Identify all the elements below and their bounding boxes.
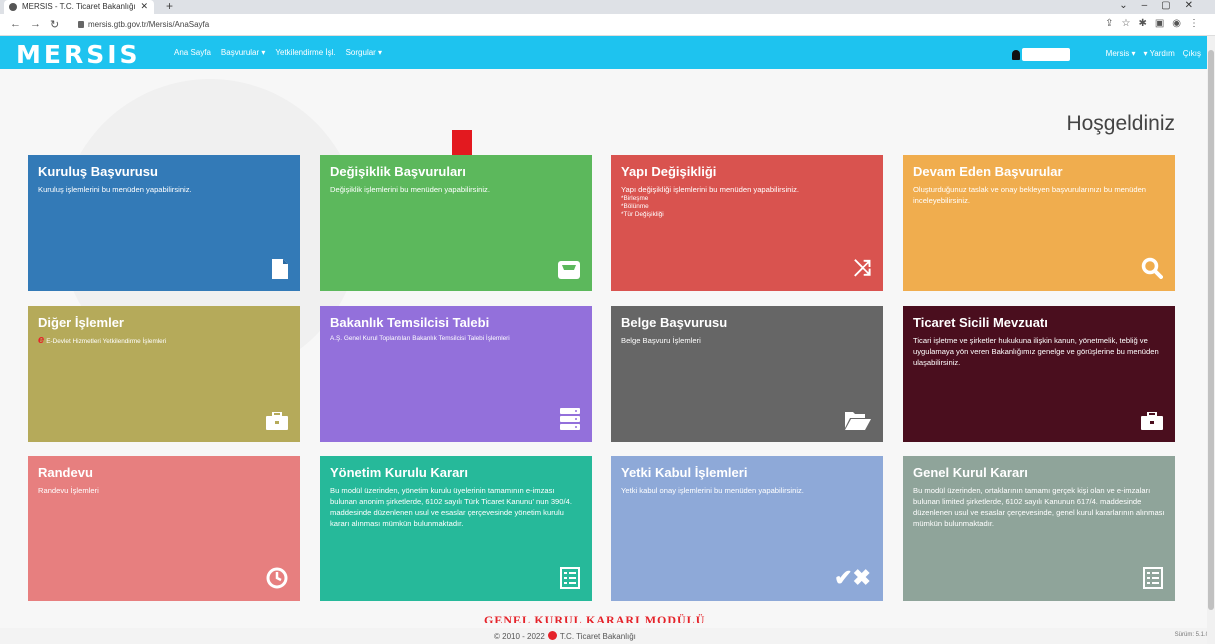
welcome-heading: Hoşgeldiniz (1066, 112, 1175, 135)
tab-favicon-icon (9, 3, 17, 11)
tile-yonetim-kurulu-karari[interactable]: Yönetim Kurulu Kararı Bu modül üzerinden… (320, 456, 592, 601)
tab-title: MERSIS - T.C. Ticaret Bakanlığı (22, 2, 136, 11)
briefcase-icon (1141, 412, 1163, 430)
url-text: mersis.gtb.gov.tr/Mersis/AnaSayfa (88, 20, 210, 29)
tile-desc: Yetki kabul onay işlemlerini bu menüden … (621, 486, 804, 495)
tile-desc: Bu modül üzerinden, ortaklarının tamamı … (913, 486, 1165, 528)
tile-title: Diğer İşlemler (38, 315, 124, 330)
window-controls[interactable]: ⌄–▢✕ (1119, 0, 1207, 11)
scrollbar[interactable] (1207, 36, 1215, 644)
tile-title: Kuruluş Başvurusu (38, 164, 158, 179)
list-alt-icon (1143, 567, 1163, 589)
check-cross-icon: ✔✖ (834, 565, 871, 590)
tile-belge-basvurusu[interactable]: Belge Başvurusu Belge Başvuru İşlemleri (611, 306, 883, 442)
tile-desc: Kuruluş işlemlerini bu menüden yapabilir… (38, 185, 192, 194)
search-icon (1141, 257, 1163, 279)
browser-tab[interactable]: MERSIS - T.C. Ticaret Bakanlığı ✕ (4, 0, 154, 14)
footer: © 2010 - 2022 T.C. Ticaret Bakanlığı Sürü… (0, 628, 1215, 644)
tile-desc: Ticari işletme ve şirketler hukukuna ili… (913, 336, 1159, 367)
tile-desc: Oluşturduğunuz taslak ve onay bekleyen b… (913, 185, 1147, 205)
tile-desc: e E-Devlet Hizmetleri Yetkilendirme İşle… (38, 335, 290, 347)
tile-bakanlik-temsilcisi-talebi[interactable]: Bakanlık Temsilcisi Talebi A.Ş. Genel Ku… (320, 306, 592, 442)
folder-open-icon (845, 412, 871, 430)
browser-tab-strip: MERSIS - T.C. Ticaret Bakanlığı ✕ + ⌄–▢✕ (0, 0, 1215, 14)
file-icon (272, 259, 288, 279)
tile-desc-text[interactable]: E-Devlet Hizmetleri Yetkilendirme İşleml… (46, 338, 166, 345)
tile-title: Genel Kurul Kararı (913, 465, 1028, 480)
menu-applications[interactable]: Başvurular ▾ (221, 48, 265, 57)
edevlet-logo-icon: e (38, 334, 45, 346)
ministry-logo-icon (547, 631, 557, 640)
menu-mersis[interactable]: Mersis ▾ (1106, 49, 1136, 58)
close-tab-icon[interactable]: ✕ (140, 1, 148, 12)
mersis-logo[interactable]: MERSIS (16, 40, 141, 69)
reload-icon[interactable]: ↻ (50, 18, 59, 31)
tile-genel-kurul-karari[interactable]: Genel Kurul Kararı Bu modül üzerinden, o… (903, 456, 1175, 601)
tile-title: Yapı Değişikliği (621, 164, 717, 179)
user-name-redacted (1022, 48, 1070, 62)
right-menu: Mersis ▾ ▾ Yardım Çıkış (1106, 49, 1201, 58)
tile-desc: Randevu İşlemleri (38, 486, 99, 495)
back-icon[interactable]: ← (10, 18, 21, 30)
menu-home[interactable]: Ana Sayfa (174, 48, 211, 57)
tile-title: Yetki Kabul İşlemleri (621, 465, 748, 480)
inbox-icon (558, 261, 580, 279)
main-menu: Ana Sayfa Başvurular ▾ Yetkilendirme İşl… (174, 48, 382, 57)
list-alt-icon (560, 567, 580, 589)
version-label: Sürüm: 5.1.0 (1174, 632, 1209, 638)
tile-title: Değişiklik Başvuruları (330, 164, 466, 179)
menu-logout[interactable]: Çıkış (1183, 49, 1201, 58)
tile-desc: Belge Başvuru İşlemleri (621, 336, 701, 345)
tile-title: Randevu (38, 465, 93, 480)
clock-icon (266, 567, 288, 589)
tile-devam-eden-basvurular[interactable]: Devam Eden Başvurular Oluşturduğunuz tas… (903, 155, 1175, 291)
url-field[interactable]: mersis.gtb.gov.tr/Mersis/AnaSayfa (78, 20, 209, 29)
tile-desc: Bu modül üzerinden, yönetim kurulu üyele… (330, 486, 572, 528)
tile-kurulus-basvurusu[interactable]: Kuruluş Başvurusu Kuruluş işlemlerini bu… (28, 155, 300, 291)
tile-title: Devam Eden Başvurular (913, 164, 1063, 179)
tile-sub-2: *Bölünme (621, 203, 649, 210)
main-content: Hoşgeldiniz Kuruluş Başvurusu Kuruluş iş… (0, 69, 1215, 644)
module-banner: GENEL KURUL KARARI MODÜLÜ (484, 613, 706, 623)
tile-title: Yönetim Kurulu Kararı (330, 465, 468, 480)
server-icon (560, 408, 580, 430)
tile-title: Ticaret Sicili Mevzuatı (913, 315, 1048, 330)
tile-desc: A.Ş. Genel Kurul Toplantıları Bakanlık T… (330, 335, 510, 342)
tile-yapi-degisikligi[interactable]: Yapı Değişikliği Yapı değişikliği işleml… (611, 155, 883, 291)
tile-sub-3: *Tür Değişikliği (621, 211, 664, 218)
forward-icon[interactable]: → (30, 18, 41, 30)
user-icon (1012, 49, 1020, 60)
user-area[interactable] (1012, 46, 1070, 64)
new-tab-button[interactable]: + (166, 0, 173, 13)
tile-title: Bakanlık Temsilcisi Talebi (330, 315, 490, 330)
random-icon: ⤨ (853, 255, 871, 280)
browser-toolbar-icons[interactable]: ⇪☆✱▣◉⋮ (1105, 18, 1207, 29)
top-navbar: MERSIS Ana Sayfa Başvurular ▾ Yetkilendi… (0, 36, 1215, 69)
menu-queries[interactable]: Sorgular ▾ (346, 48, 382, 57)
tile-randevu[interactable]: Randevu Randevu İşlemleri (28, 456, 300, 601)
tile-yetki-kabul-islemleri[interactable]: Yetki Kabul İşlemleri Yetki kabul onay i… (611, 456, 883, 601)
tile-diger-islemler[interactable]: Diğer İşlemler e E-Devlet Hizmetleri Yet… (28, 306, 300, 442)
tile-desc: Değişiklik işlemlerini bu menüden yapabi… (330, 185, 490, 194)
menu-authorization[interactable]: Yetkilendirme İşl. (275, 48, 335, 57)
tile-ticaret-sicili-mevzuati[interactable]: Ticaret Sicili Mevzuatı Ticari işletme v… (903, 306, 1175, 442)
copyright-owner: T.C. Ticaret Bakanlığı (559, 632, 636, 641)
tile-title: Belge Başvurusu (621, 315, 728, 330)
lock-icon (78, 21, 84, 28)
tile-sub-1: *Birleşme (621, 195, 649, 202)
tile-degisiklik-basvurulari[interactable]: Değişiklik Başvuruları Değişiklik işleml… (320, 155, 592, 291)
scrollbar-thumb[interactable] (1208, 50, 1214, 610)
copyright: © 2010 - 2022 T.C. Ticaret Bakanlığı (494, 631, 636, 641)
address-bar: ← → ↻ mersis.gtb.gov.tr/Mersis/AnaSayfa … (0, 14, 1215, 36)
briefcase-icon (266, 412, 288, 430)
tile-desc: Yapı değişikliği işlemlerini bu menüden … (621, 185, 799, 194)
copyright-years: © 2010 - 2022 (494, 632, 545, 641)
menu-help[interactable]: ▾ Yardım (1143, 49, 1174, 58)
